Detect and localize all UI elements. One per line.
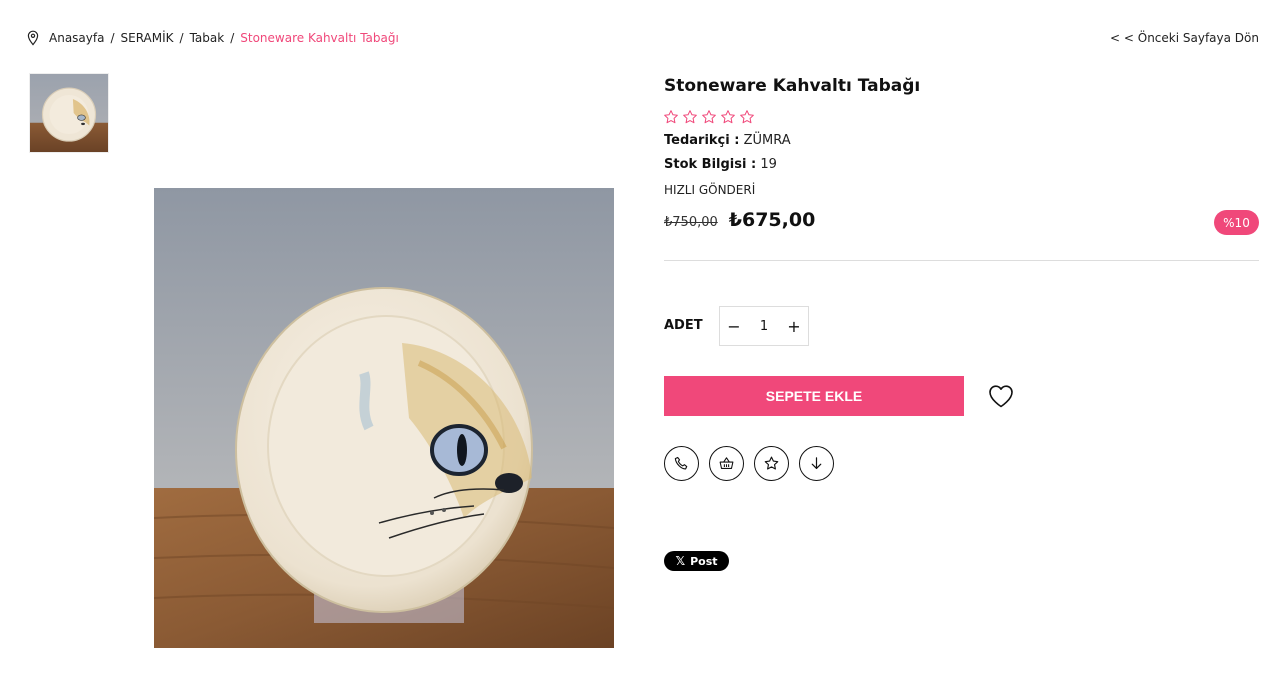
- back-link[interactable]: < < Önceki Sayfaya Dön: [1110, 30, 1259, 46]
- x-post-button[interactable]: 𝕏 Post: [664, 551, 729, 571]
- download-icon: [811, 457, 822, 470]
- breadcrumb-category[interactable]: SERAMİK: [121, 31, 174, 45]
- star-empty-icon[interactable]: [739, 109, 755, 125]
- quantity-stepper: − 1 +: [719, 306, 809, 346]
- quantity-label: ADET: [664, 318, 703, 333]
- discount-badge: %10: [1214, 210, 1259, 235]
- wishlist-heart-icon[interactable]: [987, 383, 1015, 409]
- rating-stars[interactable]: [663, 109, 755, 125]
- product-thumbnail[interactable]: [29, 73, 109, 153]
- stock-value: 19: [760, 157, 777, 172]
- supplier-label: Tedarikçi :: [664, 133, 740, 148]
- basket-button[interactable]: [709, 446, 744, 481]
- favorite-button[interactable]: [754, 446, 789, 481]
- x-post-label: Post: [690, 554, 718, 568]
- breadcrumb-current: Stoneware Kahvaltı Tabağı: [240, 31, 399, 45]
- location-pin-icon: [27, 30, 39, 46]
- star-empty-icon[interactable]: [663, 109, 679, 125]
- breadcrumb-home[interactable]: Anasayfa: [49, 31, 104, 45]
- star-empty-icon[interactable]: [682, 109, 698, 125]
- supplier-info: Tedarikçi : ZÜMRA: [664, 133, 791, 148]
- stock-label: Stok Bilgisi :: [664, 157, 757, 172]
- breadcrumb-separator: /: [179, 31, 184, 45]
- star-empty-icon[interactable]: [720, 109, 736, 125]
- star-empty-icon[interactable]: [701, 109, 717, 125]
- price-row: ₺750,00 ₺675,00: [664, 209, 815, 231]
- new-price: ₺675,00: [728, 209, 816, 231]
- x-logo-icon: 𝕏: [675, 554, 686, 568]
- phone-icon: [674, 456, 688, 470]
- breadcrumb-separator: /: [110, 31, 115, 45]
- action-buttons: [664, 446, 834, 481]
- phone-order-button[interactable]: [664, 446, 699, 481]
- basket-icon: [719, 457, 734, 469]
- supplier-value: ZÜMRA: [743, 133, 791, 148]
- plate-thumbnail-image: [30, 74, 108, 152]
- product-main-image[interactable]: [154, 188, 614, 648]
- download-button[interactable]: [799, 446, 834, 481]
- product-page: Anasayfa / SERAMİK / Tabak / Stoneware K…: [0, 0, 1278, 685]
- stock-info: Stok Bilgisi : 19: [664, 157, 777, 172]
- breadcrumb-separator: /: [230, 31, 235, 45]
- breadcrumb-subcategory[interactable]: Tabak: [190, 31, 225, 45]
- product-title: Stoneware Kahvaltı Tabağı: [664, 76, 921, 96]
- quantity-decrease-button[interactable]: −: [720, 307, 748, 345]
- old-price: ₺750,00: [664, 215, 718, 230]
- divider: [664, 260, 1259, 261]
- shipping-info: HIZLI GÖNDERİ: [664, 183, 756, 197]
- plate-photo: [154, 188, 614, 648]
- add-to-cart-button[interactable]: SEPETE EKLE: [664, 376, 964, 416]
- star-icon: [764, 456, 779, 470]
- quantity-increase-button[interactable]: +: [780, 307, 808, 345]
- quantity-input[interactable]: 1: [749, 319, 779, 334]
- breadcrumb: Anasayfa / SERAMİK / Tabak / Stoneware K…: [26, 30, 399, 46]
